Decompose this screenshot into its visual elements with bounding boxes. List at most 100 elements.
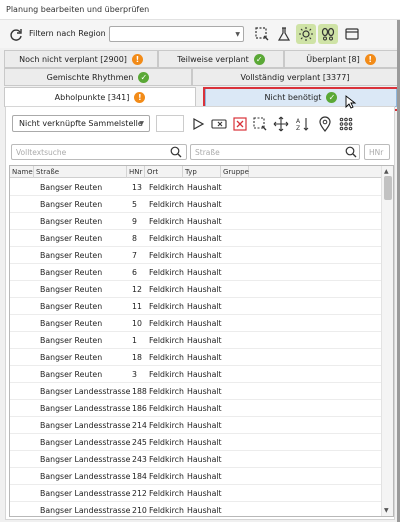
cell-name	[13, 281, 38, 298]
scroll-up-icon[interactable]: ▲	[384, 168, 389, 175]
table-row[interactable]: Bangser Reuten 12 Feldkirch Haushalt	[10, 281, 382, 298]
cell-ort: Feldkirch	[149, 438, 184, 447]
cell-typ: Haushalt	[187, 268, 222, 277]
cell-strasse: Bangser Reuten	[40, 217, 103, 226]
table-row[interactable]: Bangser Landesstrasse 188 Feldkirch Haushal…	[10, 383, 382, 400]
location-pin-icon[interactable]	[316, 115, 334, 132]
cell-name	[13, 417, 38, 434]
footprints-icon[interactable]	[318, 24, 338, 44]
region-select[interactable]: ▼	[109, 26, 244, 42]
cell-name	[13, 332, 38, 349]
cell-name	[13, 196, 38, 213]
search-icon[interactable]	[169, 144, 183, 160]
tab-noch-nicht-verplant[interactable]: Noch nicht verplant [2900] !	[4, 50, 158, 68]
sun-settings-icon[interactable]	[296, 24, 316, 44]
cell-gruppe	[225, 400, 253, 417]
sammelstelle-select-value: Nicht verknüpfte Sammelstelle	[19, 119, 143, 128]
table-row[interactable]: Bangser Reuten 8 Feldkirch Haushalt	[10, 230, 382, 247]
window-icon[interactable]	[342, 24, 362, 44]
tab-teilweise-verplant[interactable]: Teilweise verplant ✓	[158, 50, 284, 68]
number-input[interactable]	[156, 115, 184, 132]
cell-strasse: Bangser Landesstrasse	[40, 506, 131, 515]
cell-gruppe	[225, 434, 253, 451]
cell-ort: Feldkirch	[149, 285, 184, 294]
cell-hnr: 210	[132, 506, 147, 515]
select-area-icon[interactable]	[251, 115, 269, 132]
lasso-select-icon[interactable]	[252, 24, 272, 44]
column-header-typ[interactable]: Typ	[183, 166, 221, 178]
table-row[interactable]: Bangser Landesstrasse 210 Feldkirch Haushal…	[10, 502, 382, 516]
tab-nicht-benoetigt[interactable]: Nicht benötigt ✓	[205, 88, 397, 107]
tab-label: Nicht benötigt	[264, 93, 322, 102]
cell-ort: Feldkirch	[149, 200, 184, 209]
sammelstelle-select[interactable]: Nicht verknüpfte Sammelstelle ▼	[12, 115, 150, 132]
fulltext-search-input[interactable]: Volltextsuche	[11, 144, 187, 160]
street-search-input[interactable]: Straße	[190, 144, 360, 160]
table-row[interactable]: Bangser Landesstrasse 212 Feldkirch Haushal…	[10, 485, 382, 502]
cell-hnr: 1	[132, 336, 137, 345]
warning-icon: !	[364, 53, 376, 65]
table-row[interactable]: Bangser Landesstrasse 184 Feldkirch Haushal…	[10, 468, 382, 485]
cell-strasse: Bangser Reuten	[40, 251, 103, 260]
table-row[interactable]: Bangser Reuten 6 Feldkirch Haushalt	[10, 264, 382, 281]
tab-ueberplant[interactable]: Überplant [8] !	[284, 50, 398, 68]
delete-icon[interactable]	[231, 115, 249, 132]
table-row[interactable]: Bangser Reuten 10 Feldkirch Haushalt	[10, 315, 382, 332]
cell-gruppe	[225, 315, 253, 332]
vertical-scrollbar[interactable]: ▲ ▼	[381, 166, 393, 516]
column-header-ort[interactable]: Ort	[145, 166, 183, 178]
flask-icon[interactable]	[274, 24, 294, 44]
cell-typ: Haushalt	[187, 183, 222, 192]
cell-typ: Haushalt	[187, 319, 222, 328]
column-header-gruppe[interactable]: Gruppe	[221, 166, 249, 178]
refresh-icon[interactable]	[8, 27, 24, 43]
move-icon[interactable]	[272, 115, 290, 132]
cell-name	[13, 502, 38, 516]
cell-ort: Feldkirch	[149, 302, 184, 311]
cell-ort: Feldkirch	[149, 268, 184, 277]
column-header-hnr[interactable]: HNr	[127, 166, 145, 178]
window-title: Planung bearbeiten und überprüfen	[0, 0, 400, 20]
cell-strasse: Bangser Reuten	[40, 336, 103, 345]
table-row[interactable]: Bangser Reuten 18 Feldkirch Haushalt	[10, 349, 382, 366]
cell-hnr: 184	[132, 472, 147, 481]
grid-dots-icon[interactable]	[337, 115, 355, 132]
cell-hnr: 214	[132, 421, 147, 430]
cell-name	[13, 451, 38, 468]
cell-typ: Haushalt	[187, 421, 222, 430]
scrollbar-thumb[interactable]	[384, 176, 392, 200]
table-row[interactable]: Bangser Landesstrasse 245 Feldkirch Haushal…	[10, 434, 382, 451]
table-row[interactable]: Bangser Landesstrasse 186 Feldkirch Haushal…	[10, 400, 382, 417]
cell-typ: Haushalt	[187, 217, 222, 226]
table-row[interactable]: Bangser Reuten 11 Feldkirch Haushalt	[10, 298, 382, 315]
tab-abholpunkte[interactable]: Abholpunkte [341] !	[4, 87, 196, 107]
table-row[interactable]: Bangser Reuten 3 Feldkirch Haushalt	[10, 366, 382, 383]
cell-hnr: 18	[132, 353, 142, 362]
cell-gruppe	[225, 196, 253, 213]
table-row[interactable]: Bangser Reuten 13 Feldkirch Haushalt	[10, 179, 382, 196]
cell-ort: Feldkirch	[149, 370, 184, 379]
street-search-placeholder: Straße	[195, 148, 220, 157]
results-table: Name Straße HNr Ort Typ Gruppe Bangser R…	[9, 165, 394, 517]
hnr-search-input[interactable]: HNr	[364, 144, 390, 160]
table-row[interactable]: Bangser Reuten 5 Feldkirch Haushalt	[10, 196, 382, 213]
search-icon[interactable]	[344, 144, 358, 160]
tag-remove-icon[interactable]	[210, 115, 228, 132]
column-header-name[interactable]: Name	[10, 166, 34, 178]
table-row[interactable]: Bangser Reuten 1 Feldkirch Haushalt	[10, 332, 382, 349]
cell-ort: Feldkirch	[149, 506, 184, 515]
tab-vollstaendig-verplant[interactable]: Vollständig verplant [3377]	[192, 68, 398, 86]
table-row[interactable]: Bangser Landesstrasse 214 Feldkirch Haushal…	[10, 417, 382, 434]
play-icon[interactable]	[189, 115, 207, 132]
cell-name	[13, 468, 38, 485]
table-row[interactable]: Bangser Reuten 7 Feldkirch Haushalt	[10, 247, 382, 264]
column-header-strasse[interactable]: Straße	[34, 166, 127, 178]
sort-az-icon[interactable]: AZ	[294, 115, 312, 132]
scroll-down-icon[interactable]: ▼	[384, 507, 389, 514]
table-row[interactable]: Bangser Reuten 9 Feldkirch Haushalt	[10, 213, 382, 230]
table-row[interactable]: Bangser Landesstrasse 243 Feldkirch Haushal…	[10, 451, 382, 468]
cell-hnr: 6	[132, 268, 137, 277]
cell-hnr: 7	[132, 251, 137, 260]
cell-strasse: Bangser Reuten	[40, 234, 103, 243]
tab-gemischte-rhythmen[interactable]: Gemischte Rhythmen ✓	[4, 68, 192, 86]
